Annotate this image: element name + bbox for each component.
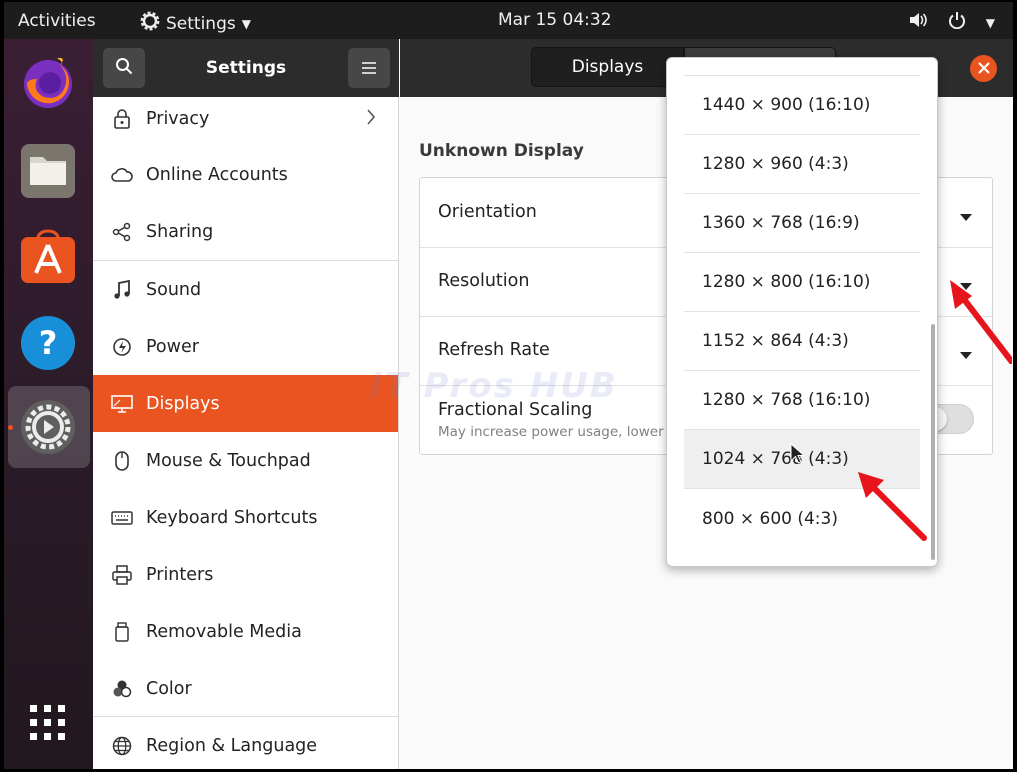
- clock[interactable]: Mar 15 04:32: [498, 10, 612, 30]
- sidebar-item-label: Region & Language: [146, 735, 318, 756]
- share-icon: [111, 221, 133, 243]
- chevron-down-icon: ▼: [985, 15, 995, 30]
- printer-icon: [111, 564, 133, 586]
- annotation-arrow-icon: [854, 468, 928, 546]
- sidebar-item-label: Mouse & Touchpad: [146, 450, 311, 471]
- sidebar-item-label: Color: [146, 678, 192, 699]
- scrollbar[interactable]: [931, 324, 935, 560]
- sidebar-item-keyboard-shortcuts[interactable]: Keyboard Shortcuts: [93, 489, 398, 546]
- sidebar-item-label: Sharing: [146, 221, 214, 242]
- sidebar-item-sharing[interactable]: Sharing: [93, 203, 398, 260]
- orientation-label: Orientation: [438, 202, 537, 222]
- sidebar-item-label: Sound: [146, 279, 202, 300]
- system-tray[interactable]: ▼: [908, 11, 995, 34]
- sidebar-item-label: Power: [146, 336, 199, 357]
- activities-button[interactable]: Activities: [18, 11, 96, 31]
- chevron-right-icon: [366, 108, 376, 131]
- lock-icon: [111, 108, 133, 130]
- sidebar-item-mouse-touchpad[interactable]: Mouse & Touchpad: [93, 432, 398, 489]
- resolution-option[interactable]: 1280 × 768 (16:10): [684, 371, 920, 430]
- watermark: IT Pros HUB: [370, 366, 618, 406]
- hamburger-icon: [362, 59, 376, 78]
- sidebar-item-label: Online Accounts: [146, 164, 288, 185]
- gear-icon: [140, 11, 160, 36]
- cloud-icon: [111, 164, 133, 186]
- caret-down-icon: [960, 207, 972, 226]
- refresh-rate-label: Refresh Rate: [438, 340, 550, 360]
- settings-icon[interactable]: [19, 398, 77, 456]
- power-icon: [111, 336, 133, 358]
- sidebar-item-label: Keyboard Shortcuts: [146, 507, 318, 528]
- power-icon: [948, 11, 966, 34]
- annotation-arrow-icon: [946, 268, 1013, 368]
- running-indicator: [8, 425, 13, 430]
- sidebar-item-label: Printers: [146, 564, 214, 585]
- sidebar-item-sound[interactable]: Sound: [93, 261, 398, 318]
- close-icon: [977, 59, 990, 78]
- color-icon: [111, 678, 133, 700]
- display-name: Unknown Display: [419, 141, 584, 161]
- app-grid-icon[interactable]: [19, 694, 77, 752]
- sidebar-item-label: Removable Media: [146, 621, 302, 642]
- sidebar-item-label: Privacy: [146, 108, 210, 129]
- mouse-icon: [111, 450, 133, 472]
- music-note-icon: [111, 279, 133, 301]
- top-bar: Activities Settings ▼ Mar 15 04:32 ▼: [4, 2, 1013, 39]
- sidebar-item-power[interactable]: Power: [93, 318, 398, 375]
- resolution-label: Resolution: [438, 271, 530, 291]
- removable-media-icon: [111, 621, 133, 643]
- dock: ?: [4, 39, 93, 769]
- app-menu-label: Settings: [166, 13, 236, 34]
- sidebar-header: Settings: [93, 39, 399, 97]
- display-icon: [111, 393, 133, 415]
- close-button[interactable]: [970, 55, 997, 82]
- help-icon[interactable]: ?: [19, 314, 77, 372]
- resolution-option[interactable]: 1152 × 864 (4:3): [684, 312, 920, 371]
- sidebar-item-displays[interactable]: Displays: [93, 375, 398, 432]
- screen: Activities Settings ▼ Mar 15 04:32 ▼ ? S…: [4, 2, 1013, 769]
- menu-button[interactable]: [348, 48, 390, 88]
- globe-icon: [111, 735, 133, 757]
- mouse-cursor-icon: [790, 442, 806, 469]
- resolution-option[interactable]: 1280 × 800 (16:10): [684, 253, 920, 312]
- sidebar-item-online-accounts[interactable]: Online Accounts: [93, 146, 398, 203]
- settings-sidebar: Privacy Online Accounts Sharing Sound Po…: [93, 97, 399, 769]
- sidebar-item-label: Displays: [146, 393, 220, 414]
- sidebar-item-printers[interactable]: Printers: [93, 546, 398, 603]
- firefox-icon[interactable]: [19, 53, 77, 111]
- sidebar-item-color[interactable]: Color: [93, 660, 398, 717]
- resolution-option[interactable]: 1360 × 768 (16:9): [684, 194, 920, 253]
- chevron-down-icon: ▼: [241, 16, 251, 31]
- sidebar-item-privacy[interactable]: Privacy: [93, 90, 398, 147]
- volume-icon: [908, 11, 928, 34]
- resolution-option[interactable]: 1440 × 900 (16:10): [684, 76, 920, 135]
- software-icon[interactable]: [19, 228, 77, 286]
- keyboard-icon: [111, 507, 133, 529]
- app-menu[interactable]: Settings ▼: [140, 11, 251, 36]
- resolution-option[interactable]: 1280 × 960 (4:3): [684, 135, 920, 194]
- sidebar-item-region-language[interactable]: Region & Language: [93, 717, 398, 769]
- sidebar-item-removable-media[interactable]: Removable Media: [93, 603, 398, 660]
- files-icon[interactable]: [19, 142, 77, 200]
- svg-text:?: ?: [39, 324, 58, 362]
- tab-displays-label: Displays: [571, 57, 644, 77]
- tab-displays[interactable]: Displays: [531, 47, 684, 87]
- fractional-scaling-note: May increase power usage, lower: [438, 424, 664, 440]
